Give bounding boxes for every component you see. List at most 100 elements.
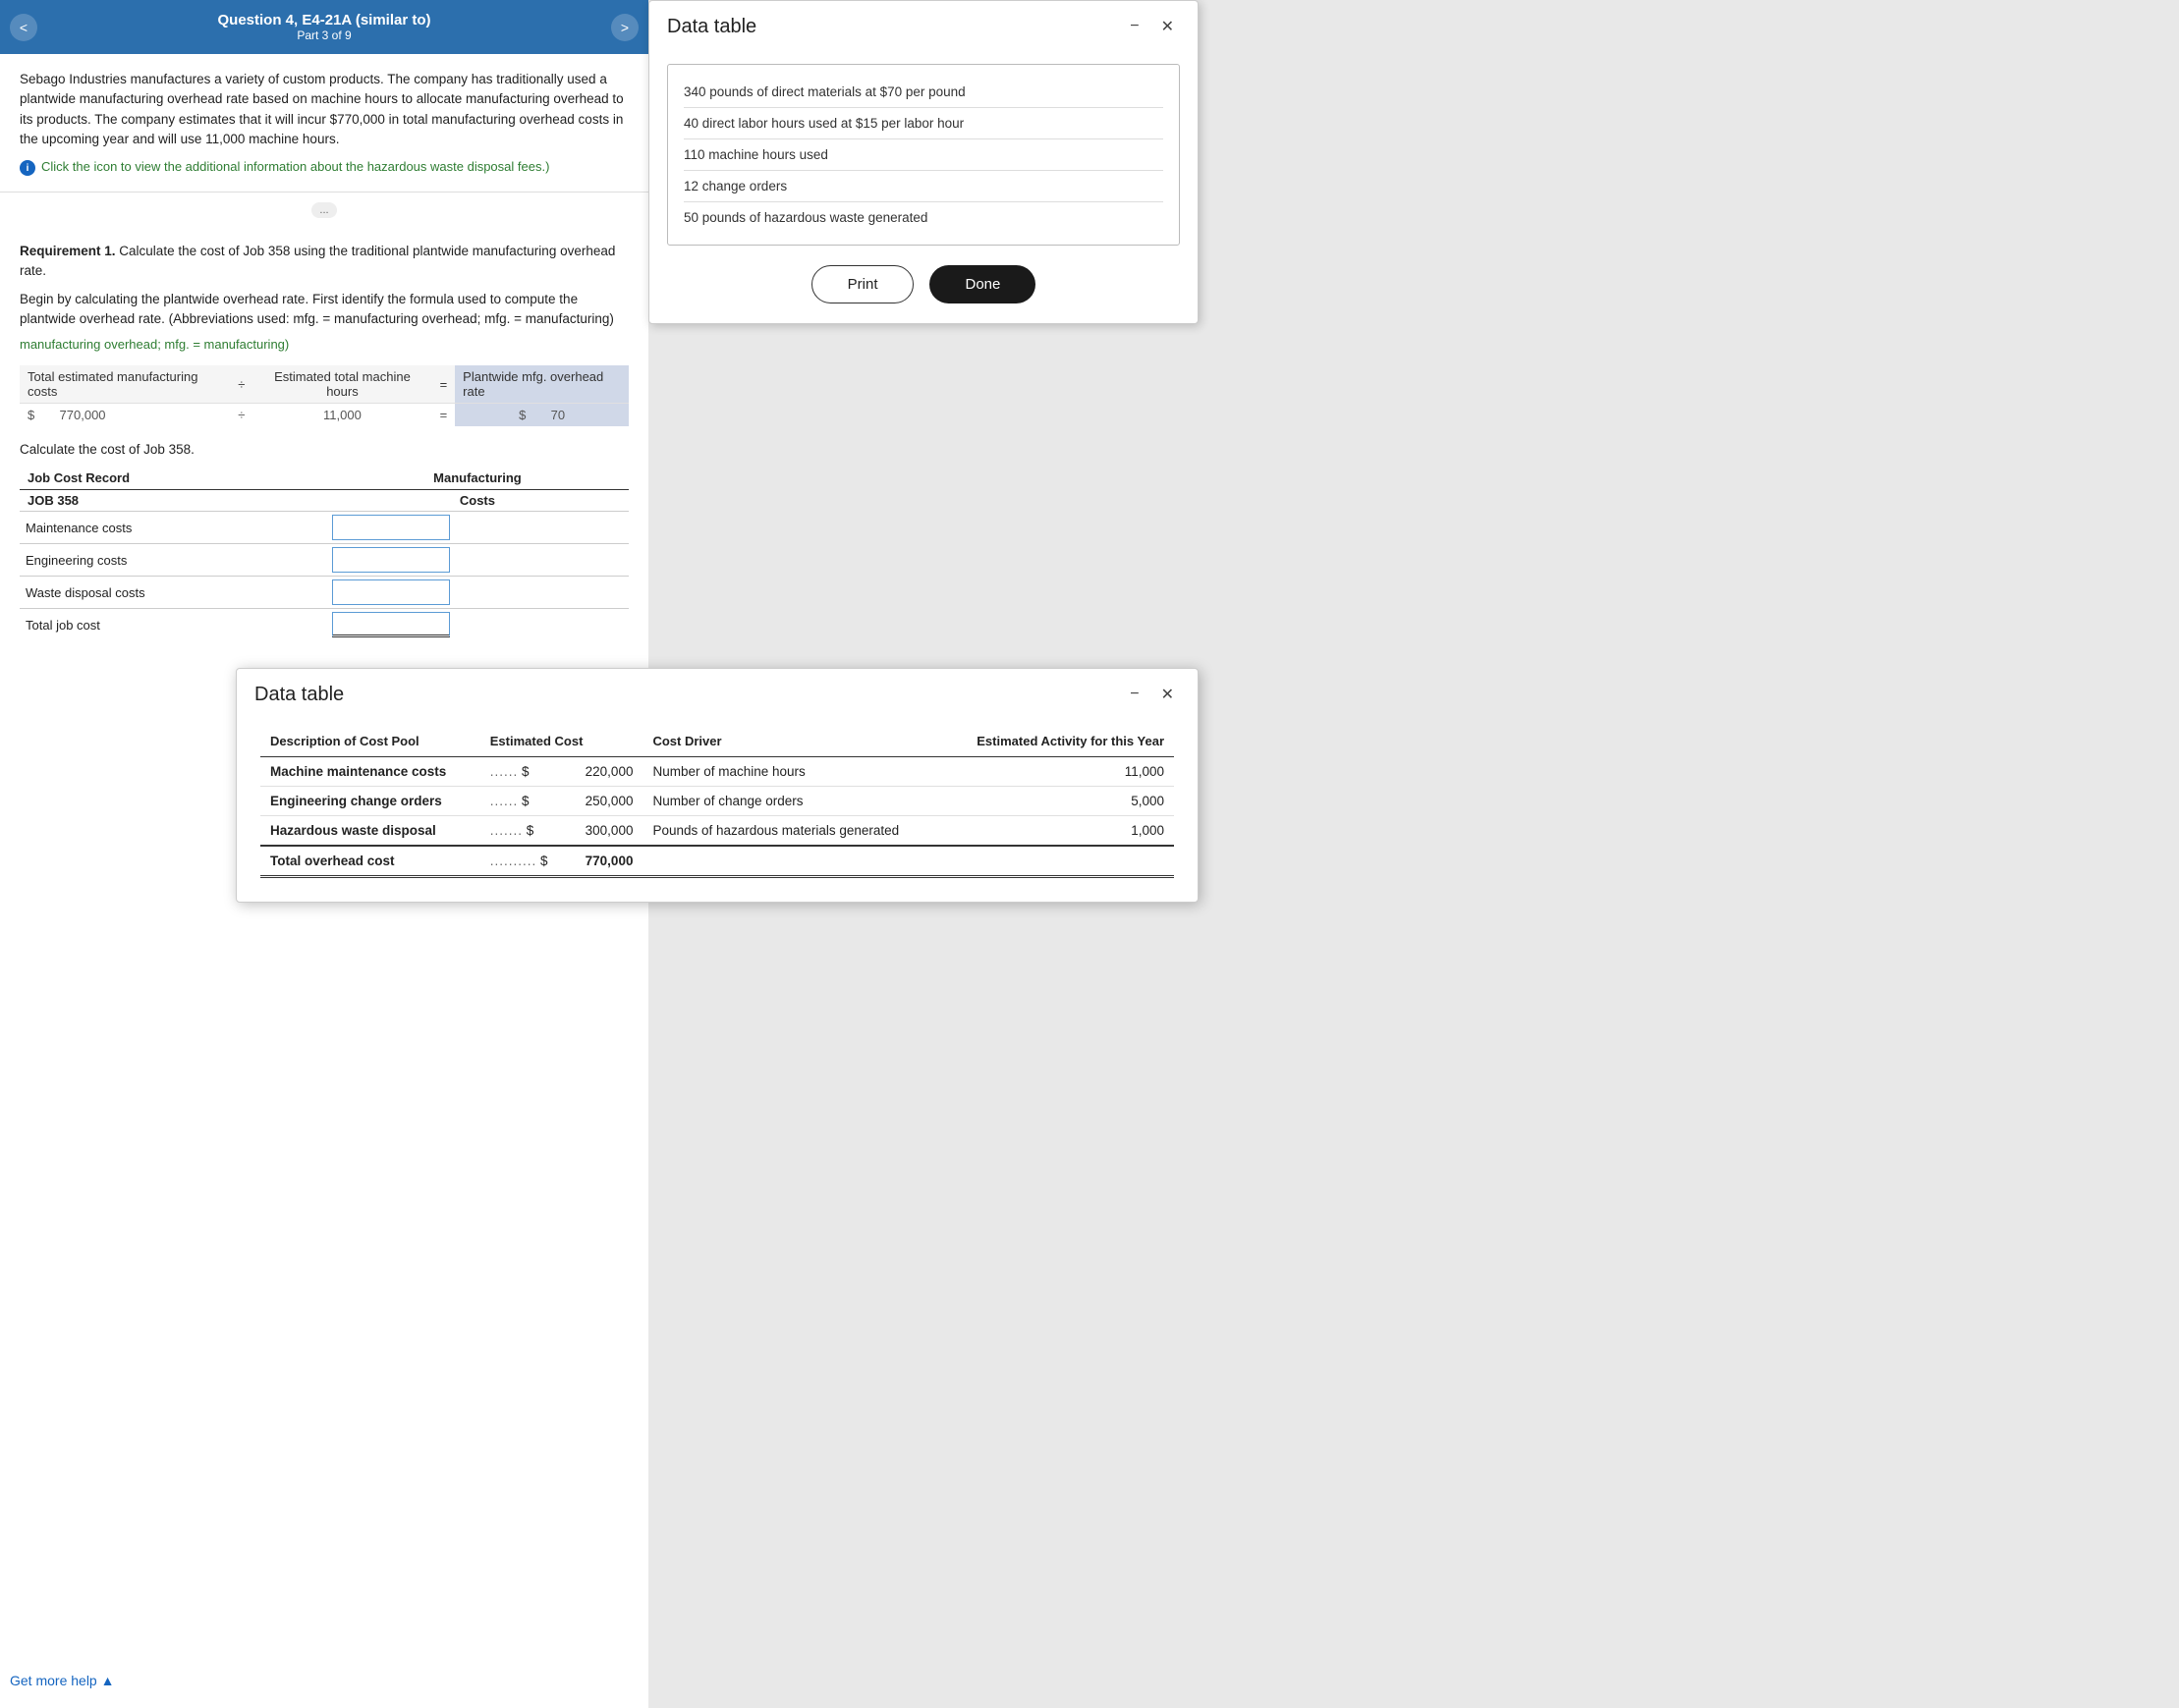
modal1-item-3: 110 machine hours used <box>684 139 1163 171</box>
modal2-header: Data table − ✕ <box>237 669 1198 716</box>
modal2-row3-dots: ....... $ <box>480 816 567 847</box>
modal2-minimize-button[interactable]: − <box>1124 684 1145 705</box>
modal1-close-button[interactable]: ✕ <box>1155 15 1180 38</box>
modal2-close-button[interactable]: ✕ <box>1155 683 1180 706</box>
modal2-total-empty1 <box>643 846 941 877</box>
modal1-item-2: 40 direct labor hours used at $15 per la… <box>684 108 1163 139</box>
modal2-row3-desc: Hazardous waste disposal <box>260 816 480 847</box>
job-sub2: Costs <box>326 490 629 512</box>
question-header: < Question 4, E4-21A (similar to) Part 3… <box>0 0 648 54</box>
modal2-col2-header: Estimated Cost <box>480 726 643 757</box>
total-input[interactable] <box>326 609 629 641</box>
table-row: Machine maintenance costs ...... $ 220,0… <box>260 757 1174 787</box>
table-row: Engineering costs <box>20 544 629 577</box>
next-button[interactable]: > <box>611 14 639 41</box>
modal1-header: Data table − ✕ <box>649 1 1198 48</box>
modal1-minimize-button[interactable]: − <box>1124 16 1145 37</box>
formula-dollar-sign: $ <box>28 408 34 422</box>
prev-button[interactable]: < <box>10 14 37 41</box>
modal-data-table-2: Data table − ✕ Description of Cost Pool … <box>236 668 1199 903</box>
table-row: Engineering change orders ...... $ 250,0… <box>260 787 1174 816</box>
row-input-3[interactable] <box>326 577 629 609</box>
requirement-section: Requirement 1. Calculate the cost of Job… <box>0 226 648 666</box>
modal2-row2-cost: 250,000 <box>567 787 643 816</box>
modal1-title: Data table <box>667 16 756 38</box>
table-row: Hazardous waste disposal ....... $ 300,0… <box>260 816 1174 847</box>
modal2-total-value: 770,000 <box>567 846 643 877</box>
row-input-1[interactable] <box>326 512 629 544</box>
req-begin-text: Begin by calculating the plantwide overh… <box>20 290 629 330</box>
row-label-1: Maintenance costs <box>20 512 326 544</box>
modal1-body: 340 pounds of direct materials at $70 pe… <box>649 48 1198 323</box>
modal2-row2-desc: Engineering change orders <box>260 787 480 816</box>
job-sub1: JOB 358 <box>20 490 326 512</box>
problem-body: Sebago Industries manufactures a variety… <box>0 54 648 192</box>
modal1-item-5: 50 pounds of hazardous waste generated <box>684 202 1163 233</box>
info-link[interactable]: i Click the icon to view the additional … <box>20 159 629 176</box>
modal1-done-button[interactable]: Done <box>929 265 1035 303</box>
formula-result-row: $ 70 <box>455 404 629 427</box>
modal2-total-empty2 <box>941 846 1174 877</box>
modal2-controls: − ✕ <box>1124 683 1180 706</box>
formula-col3-header: Estimated total machine hours <box>252 365 431 404</box>
info-link-text: Click the icon to view the additional in… <box>41 159 549 174</box>
table-row: Maintenance costs <box>20 512 629 544</box>
table-row: Waste disposal costs <box>20 577 629 609</box>
formula-dollar: $ 770,000 <box>20 404 230 427</box>
get-more-help[interactable]: Get more help ▲ <box>10 1673 114 1688</box>
modal2-row3-driver: Pounds of hazardous materials generated <box>643 816 941 847</box>
scroll-dots: ... <box>311 202 336 218</box>
row-label-2: Engineering costs <box>20 544 326 577</box>
modal-data-table-1: Data table − ✕ 340 pounds of direct mate… <box>648 0 1199 324</box>
modal2-row1-activity: 11,000 <box>941 757 1174 787</box>
modal2-row3-cost: 300,000 <box>567 816 643 847</box>
formula-eq-row: = <box>432 404 456 427</box>
modal2-row2-activity: 5,000 <box>941 787 1174 816</box>
row-label-3: Waste disposal costs <box>20 577 326 609</box>
job-col1-header: Job Cost Record <box>20 467 326 490</box>
modal2-row1-driver: Number of machine hours <box>643 757 941 787</box>
total-label: Total job cost <box>20 609 326 641</box>
modal2-col4-header: Estimated Activity for this Year <box>941 726 1174 757</box>
modal2-row1-desc: Machine maintenance costs <box>260 757 480 787</box>
question-subtitle: Part 3 of 9 <box>39 28 609 42</box>
formula-col1-header: Total estimated manufacturing costs <box>20 365 230 404</box>
row-input-2[interactable] <box>326 544 629 577</box>
modal2-row2-dots: ...... $ <box>480 787 567 816</box>
formula-table: Total estimated manufacturing costs ÷ Es… <box>20 365 629 426</box>
modal2-col1-header: Description of Cost Pool <box>260 726 480 757</box>
modal1-buttons: Print Done <box>667 265 1180 303</box>
formula-val2: 11,000 <box>252 404 431 427</box>
modal2-total-dots: .......... $ <box>480 846 567 877</box>
formula-div-row: ÷ <box>230 404 252 427</box>
modal1-data-box: 340 pounds of direct materials at $70 pe… <box>667 64 1180 246</box>
modal2-total-label: Total overhead cost <box>260 846 480 877</box>
modal2-row3-activity: 1,000 <box>941 816 1174 847</box>
problem-text: Sebago Industries manufactures a variety… <box>20 70 629 149</box>
req-text: Requirement 1. Calculate the cost of Job… <box>20 242 629 282</box>
formula-note: manufacturing overhead; mfg. = manufactu… <box>20 337 629 352</box>
modal1-print-button[interactable]: Print <box>811 265 915 303</box>
formula-val1: 770,000 <box>60 408 106 422</box>
modal2-table: Description of Cost Pool Estimated Cost … <box>260 726 1174 878</box>
modal2-row1-cost: 220,000 <box>567 757 643 787</box>
modal2-row1-dots: ...... $ <box>480 757 567 787</box>
formula-div-header: ÷ <box>230 365 252 404</box>
formula-result-val: 70 <box>551 408 565 422</box>
info-icon: i <box>20 160 35 176</box>
modal2-col3-header: Cost Driver <box>643 726 941 757</box>
modal2-row2-driver: Number of change orders <box>643 787 941 816</box>
modal2-body: Description of Cost Pool Estimated Cost … <box>237 716 1198 902</box>
formula-result-header: Plantwide mfg. overhead rate <box>455 365 629 404</box>
total-row: Total overhead cost .......... $ 770,000 <box>260 846 1174 877</box>
formula-eq-header: = <box>432 365 456 404</box>
modal1-item-4: 12 change orders <box>684 171 1163 202</box>
total-row: Total job cost <box>20 609 629 641</box>
scroll-indicator: ... <box>0 192 648 226</box>
job-col2-header: Manufacturing <box>326 467 629 490</box>
req-bold: Requirement 1. <box>20 244 116 258</box>
job-table: Job Cost Record Manufacturing JOB 358 Co… <box>20 467 629 640</box>
formula-result-dollar: $ <box>519 408 526 422</box>
modal1-item-1: 340 pounds of direct materials at $70 pe… <box>684 77 1163 108</box>
modal2-title: Data table <box>254 684 344 706</box>
